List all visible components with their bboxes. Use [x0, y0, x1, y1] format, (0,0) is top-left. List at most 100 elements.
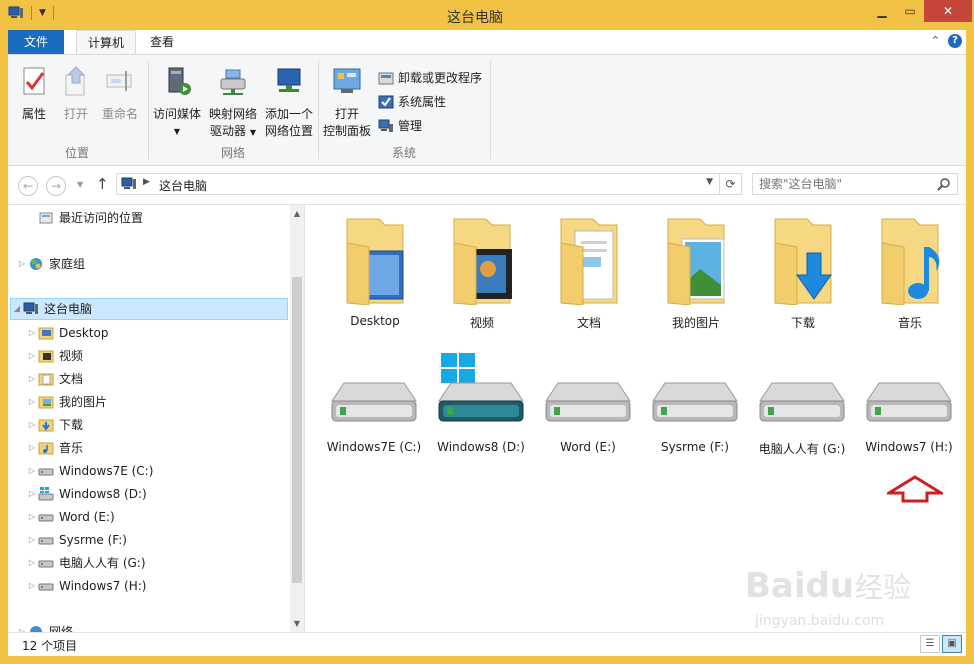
- tree-item-downloads[interactable]: ▷ 下载: [26, 414, 83, 436]
- tree-expander-icon[interactable]: ▷: [26, 368, 38, 390]
- back-button[interactable]: ←: [18, 176, 38, 196]
- tree-expander-icon[interactable]: ▷: [26, 575, 38, 597]
- scrollbar-thumb[interactable]: [292, 277, 302, 583]
- system-properties-icon: [378, 95, 394, 108]
- scroll-down-icon[interactable]: ▼: [290, 619, 304, 628]
- tab-computer[interactable]: 计算机: [76, 30, 136, 54]
- navigation-pane[interactable]: 最近访问的位置 ▷ 家庭组 ◢ 这台电脑 ▷ Desktop ▷ 视频 ▷ 文档: [8, 204, 304, 632]
- up-button[interactable]: ↑: [96, 175, 109, 193]
- window-controls: ▁ ▭ ✕: [868, 0, 972, 22]
- tree-item-network[interactable]: ▷ 网络: [16, 621, 73, 632]
- tree-expander-icon[interactable]: ▷: [16, 253, 28, 275]
- tree-item-drive-h[interactable]: ▷ Windows7 (H:): [26, 575, 147, 597]
- folder-item-music[interactable]: 音乐: [860, 213, 960, 331]
- ribbon-group-label-system: 系统: [391, 146, 416, 160]
- scroll-up-icon[interactable]: ▲: [290, 209, 304, 218]
- address-dropdown-icon[interactable]: ▼: [706, 177, 713, 187]
- tree-item-this-pc[interactable]: ◢ 这台电脑: [10, 298, 288, 320]
- status-bar: 12 个项目 ☰ ▣: [8, 632, 966, 656]
- open-control-panel-button[interactable]: 打开 控制面板: [320, 65, 374, 140]
- ribbon-divider: [490, 61, 491, 159]
- manage-button[interactable]: 管理: [378, 117, 422, 134]
- tree-item-drive-g[interactable]: ▷ 电脑人人有 (G:): [26, 552, 146, 574]
- tree-expander-icon[interactable]: ▷: [26, 460, 38, 482]
- tree-item-homegroup[interactable]: ▷ 家庭组: [16, 253, 85, 275]
- drive-item-c[interactable]: Windows7E (C:): [321, 353, 427, 454]
- navigation-scrollbar[interactable]: ▲ ▼: [290, 205, 304, 632]
- tree-item-pictures[interactable]: ▷ 我的图片: [26, 391, 107, 413]
- drive-item-h[interactable]: Windows7 (H:): [856, 353, 962, 454]
- folder-item-videos[interactable]: 视频: [432, 213, 532, 331]
- address-bar[interactable]: ▶ 这台电脑 ▼ ⟳: [116, 173, 742, 195]
- large-icons-view-icon[interactable]: ▣: [942, 635, 962, 653]
- tree-item-drive-d[interactable]: ▷ Windows8 (D:): [26, 483, 147, 505]
- tree-expander-icon[interactable]: ▷: [26, 529, 38, 551]
- map-network-drive-button[interactable]: 映射网络 驱动器 ▼: [206, 65, 260, 141]
- folder-item-pictures[interactable]: 我的图片: [646, 213, 746, 331]
- tree-expander-icon[interactable]: ▷: [26, 322, 38, 344]
- tree-item-videos[interactable]: ▷ 视频: [26, 345, 83, 367]
- tree-collapse-icon[interactable]: ◢: [11, 298, 23, 320]
- tab-file[interactable]: 文件: [8, 30, 64, 54]
- search-input[interactable]: [759, 177, 929, 191]
- documents-folder-icon: [560, 218, 618, 306]
- search-box[interactable]: [752, 173, 958, 195]
- tree-item-label: Desktop: [59, 326, 109, 340]
- tree-expander-icon[interactable]: ▷: [26, 414, 38, 436]
- details-view-icon[interactable]: ☰: [920, 635, 940, 653]
- breadcrumb-chevron-icon[interactable]: ▶: [143, 177, 150, 187]
- drive-item-f[interactable]: Sysrme (F:): [642, 353, 748, 454]
- drive-item-g[interactable]: 电脑人人有 (G:): [749, 353, 855, 457]
- tree-item-drive-f[interactable]: ▷ Sysrme (F:): [26, 529, 127, 551]
- tree-item-label: 文档: [59, 372, 84, 386]
- drive-item-d[interactable]: Windows8 (D:): [428, 353, 534, 454]
- tree-item-desktop[interactable]: ▷ Desktop: [26, 322, 109, 344]
- tree-expander-icon[interactable]: ▷: [26, 345, 38, 367]
- title-bar[interactable]: ▼ 这台电脑 ▁ ▭ ✕: [0, 0, 974, 30]
- ribbon-group-system: 打开 控制面板 卸载或更改程序 系统属性 管理 系统: [320, 59, 488, 163]
- tree-expander-icon[interactable]: ▷: [16, 621, 28, 632]
- folder-label: 音乐: [897, 316, 922, 330]
- open-button[interactable]: 打开: [58, 65, 94, 123]
- add-network-location-button[interactable]: 添加一个 网络位置: [262, 65, 316, 140]
- watermark-brand: Baidu: [745, 566, 854, 606]
- minimize-button[interactable]: ▁: [868, 0, 896, 22]
- uninstall-program-button[interactable]: 卸载或更改程序: [378, 69, 482, 86]
- system-properties-label: 系统属性: [398, 95, 447, 109]
- folder-item-desktop[interactable]: Desktop: [325, 213, 425, 328]
- tree-item-drive-e[interactable]: ▷ Word (E:): [26, 506, 115, 528]
- tree-expander-icon[interactable]: ▷: [26, 552, 38, 574]
- rename-button[interactable]: 重命名: [98, 65, 142, 123]
- tree-expander-icon[interactable]: ▷: [26, 391, 38, 413]
- drive-icon: [866, 382, 952, 422]
- access-media-label: 访问媒体: [152, 107, 201, 121]
- tree-item-drive-c[interactable]: ▷ Windows7E (C:): [26, 460, 153, 482]
- windows-drive-icon: [438, 353, 524, 422]
- folder-item-downloads[interactable]: 下载: [753, 213, 853, 331]
- maximize-button[interactable]: ▭: [896, 0, 924, 22]
- baidu-watermark-logo: Baidu 经验 jingyan.baidu.com: [745, 566, 911, 629]
- access-media-button[interactable]: 访问媒体 ▼: [150, 65, 204, 140]
- help-icon[interactable]: ?: [948, 34, 962, 48]
- tree-expander-icon[interactable]: ▷: [26, 506, 38, 528]
- forward-button[interactable]: →: [46, 176, 66, 196]
- system-properties-button[interactable]: 系统属性: [378, 93, 446, 110]
- tree-item-documents[interactable]: ▷ 文档: [26, 368, 83, 390]
- tree-expander-icon[interactable]: ▷: [26, 437, 38, 459]
- refresh-button[interactable]: ⟳: [719, 174, 741, 194]
- tab-view[interactable]: 查看: [142, 30, 182, 54]
- chevron-up-icon[interactable]: ⌃: [931, 34, 940, 48]
- breadcrumb-this-pc[interactable]: 这台电脑: [159, 177, 207, 194]
- tree-expander-icon[interactable]: ▷: [26, 483, 38, 505]
- content-pane[interactable]: Desktop 视频 文档 我的图片 下载 音乐 Windows7E (C:): [304, 204, 966, 632]
- drive-item-e[interactable]: Word (E:): [535, 353, 641, 454]
- downloads-folder-icon: [38, 419, 54, 432]
- search-icon[interactable]: [937, 177, 951, 191]
- close-button[interactable]: ✕: [924, 0, 972, 22]
- tree-item-recent-places[interactable]: 最近访问的位置: [26, 207, 143, 229]
- recent-locations-dropdown[interactable]: ▼: [77, 180, 83, 189]
- properties-button[interactable]: 属性: [16, 65, 52, 123]
- videos-folder-icon: [38, 350, 54, 363]
- folder-item-documents[interactable]: 文档: [539, 213, 639, 331]
- tree-item-music[interactable]: ▷ 音乐: [26, 437, 83, 459]
